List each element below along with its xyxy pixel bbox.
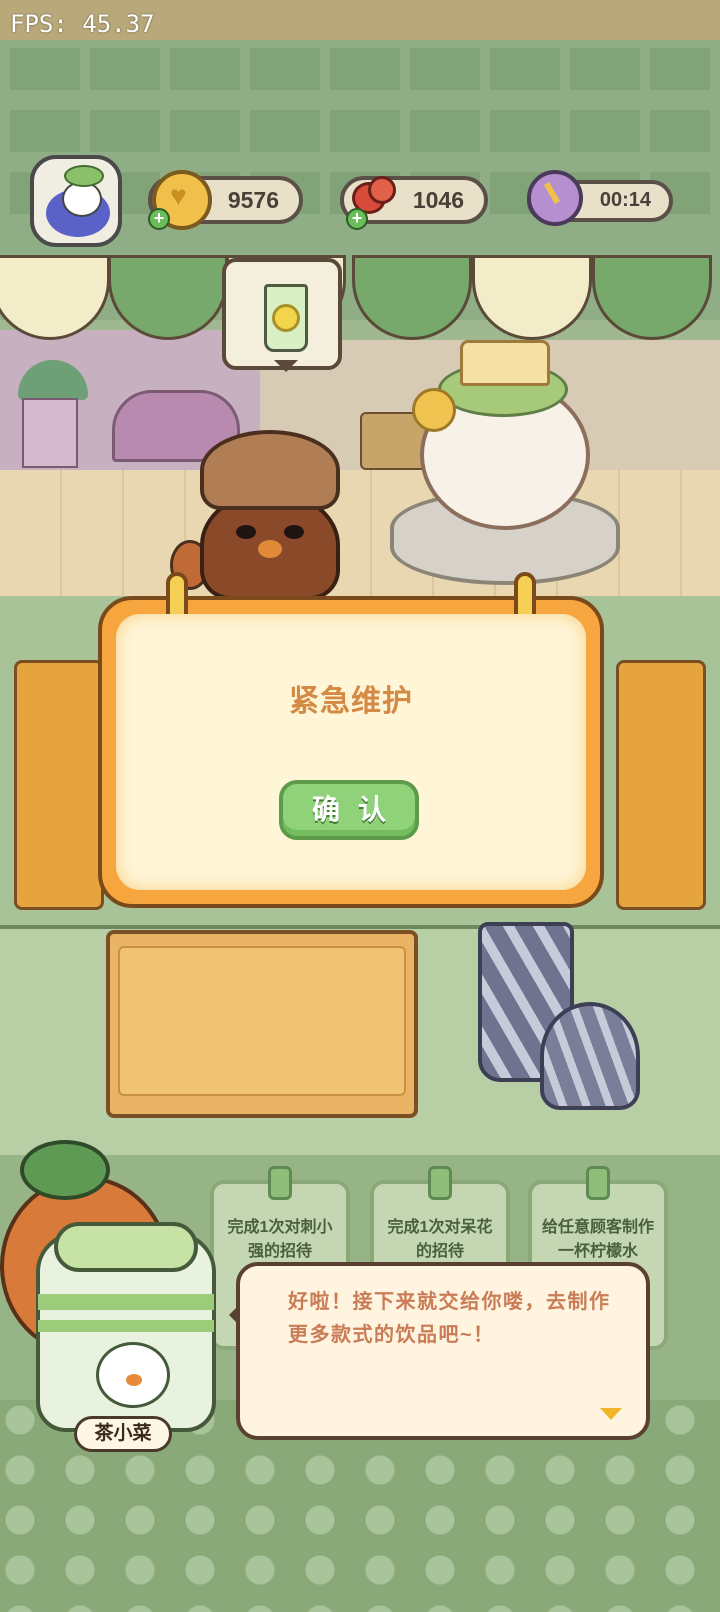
counter-drawer-left: [14, 660, 104, 910]
dialog-panel: [116, 614, 586, 890]
order-bubble[interactable]: [222, 258, 342, 372]
fruit-value: 1046: [412, 187, 464, 213]
task-text: 完成1次对呆花的招待: [387, 1219, 493, 1260]
next-arrow-icon[interactable]: [600, 1408, 622, 1420]
shaker-cap[interactable]: [540, 1002, 640, 1110]
add-fruit-button[interactable]: +: [346, 208, 368, 230]
clip-icon: [428, 1166, 452, 1200]
guide-name-tag: 茶小菜: [74, 1416, 172, 1452]
fps-counter: FPS: 45.37: [10, 10, 155, 38]
coin-value: 9576: [227, 187, 279, 213]
task-text: 完成1次对刺小强的招待: [227, 1219, 333, 1260]
customer-beaver[interactable]: [170, 430, 370, 600]
dialog-title: 紧急维护: [289, 685, 413, 718]
fruit-counter[interactable]: + 1046: [340, 176, 488, 230]
task-text: 给任意顾客制作一杯柠檬水: [542, 1219, 655, 1260]
clip-icon: [586, 1166, 610, 1200]
guide-dialog-text: 好啦！接下来就交给你喽，去制作更多款式的饮品吧~！: [288, 1291, 611, 1346]
confirm-label: 确认: [311, 794, 404, 825]
cup-lid-icon: [54, 1222, 198, 1272]
lemon-slice-icon: [272, 304, 300, 332]
add-coins-button[interactable]: +: [148, 208, 170, 230]
sprout-icon: [64, 165, 104, 187]
awning: [0, 255, 720, 345]
cutting-board[interactable]: [106, 930, 418, 1118]
maintenance-dialog: 紧急维护 确认: [98, 572, 604, 908]
clip-icon: [268, 1166, 292, 1200]
timer-value: 00:14: [599, 189, 651, 211]
lion-king-statue: [390, 340, 620, 590]
coin-counter[interactable]: + 9576: [148, 170, 303, 230]
guide-dialog-bubble[interactable]: 好啦！接下来就交给你喽，去制作更多款式的饮品吧~！: [229, 1262, 650, 1440]
confirm-button[interactable]: 确认: [279, 780, 419, 840]
guide-character[interactable]: 茶小菜: [30, 1222, 226, 1452]
background-house: [22, 398, 78, 468]
timer-icon: [527, 170, 583, 226]
player-avatar[interactable]: [30, 155, 122, 247]
event-timer[interactable]: 00:14: [527, 170, 673, 226]
counter-drawer-right: [616, 660, 706, 910]
